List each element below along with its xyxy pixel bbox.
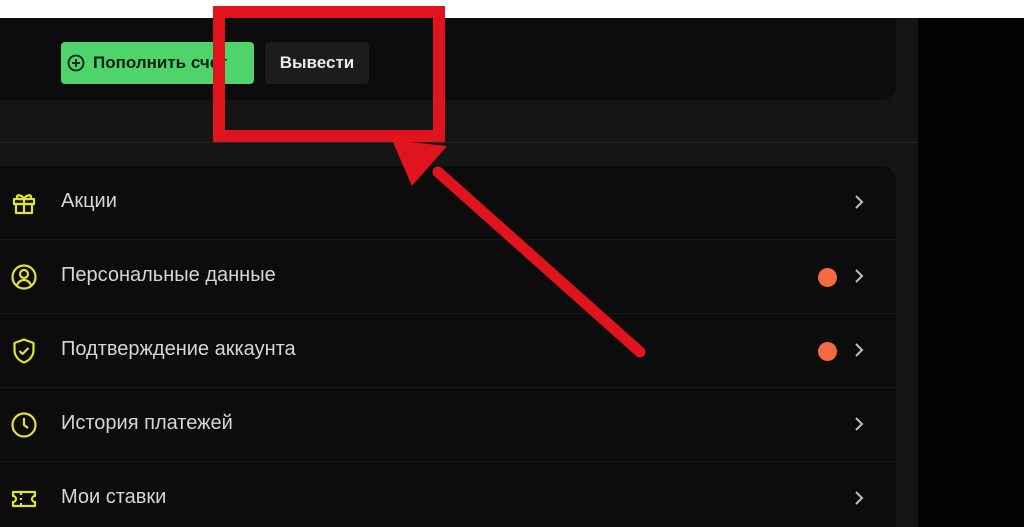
profile-menu: Акции Персональные данные Подтверждение … bbox=[0, 166, 896, 527]
withdraw-button[interactable]: Вывести bbox=[265, 42, 369, 84]
notification-badge bbox=[818, 268, 837, 287]
user-circle-icon bbox=[10, 263, 38, 291]
menu-item-promotions[interactable]: Акции bbox=[0, 166, 896, 240]
menu-item-personal-data[interactable]: Персональные данные bbox=[0, 240, 896, 314]
chevron-right-icon bbox=[852, 341, 866, 359]
top-strip bbox=[0, 0, 1024, 18]
ticket-icon bbox=[10, 485, 38, 513]
chevron-right-icon bbox=[852, 489, 866, 507]
chevron-right-icon bbox=[852, 193, 866, 211]
chevron-right-icon bbox=[852, 415, 866, 433]
menu-item-payment-history[interactable]: История платежей bbox=[0, 388, 896, 462]
menu-item-label: Акции bbox=[61, 190, 117, 212]
menu-item-account-verification[interactable]: Подтверждение аккаунта bbox=[0, 314, 896, 388]
deposit-button-label: Пополнить счет bbox=[93, 53, 228, 72]
menu-item-label: Мои ставки bbox=[61, 486, 167, 508]
menu-item-label: Персональные данные bbox=[61, 264, 276, 286]
clock-icon bbox=[10, 411, 38, 439]
gift-icon bbox=[10, 189, 38, 217]
menu-item-my-bets[interactable]: Мои ставки bbox=[0, 462, 896, 527]
deposit-button[interactable]: Пополнить счет bbox=[61, 42, 254, 84]
notification-badge bbox=[818, 342, 837, 361]
side-gutter bbox=[918, 18, 1024, 527]
chevron-right-icon bbox=[852, 267, 866, 285]
menu-item-label: История платежей bbox=[61, 412, 233, 434]
menu-item-label: Подтверждение аккаунта bbox=[61, 338, 296, 360]
shield-check-icon bbox=[10, 337, 38, 365]
plus-circle-icon bbox=[67, 54, 85, 72]
section-divider bbox=[0, 142, 918, 143]
